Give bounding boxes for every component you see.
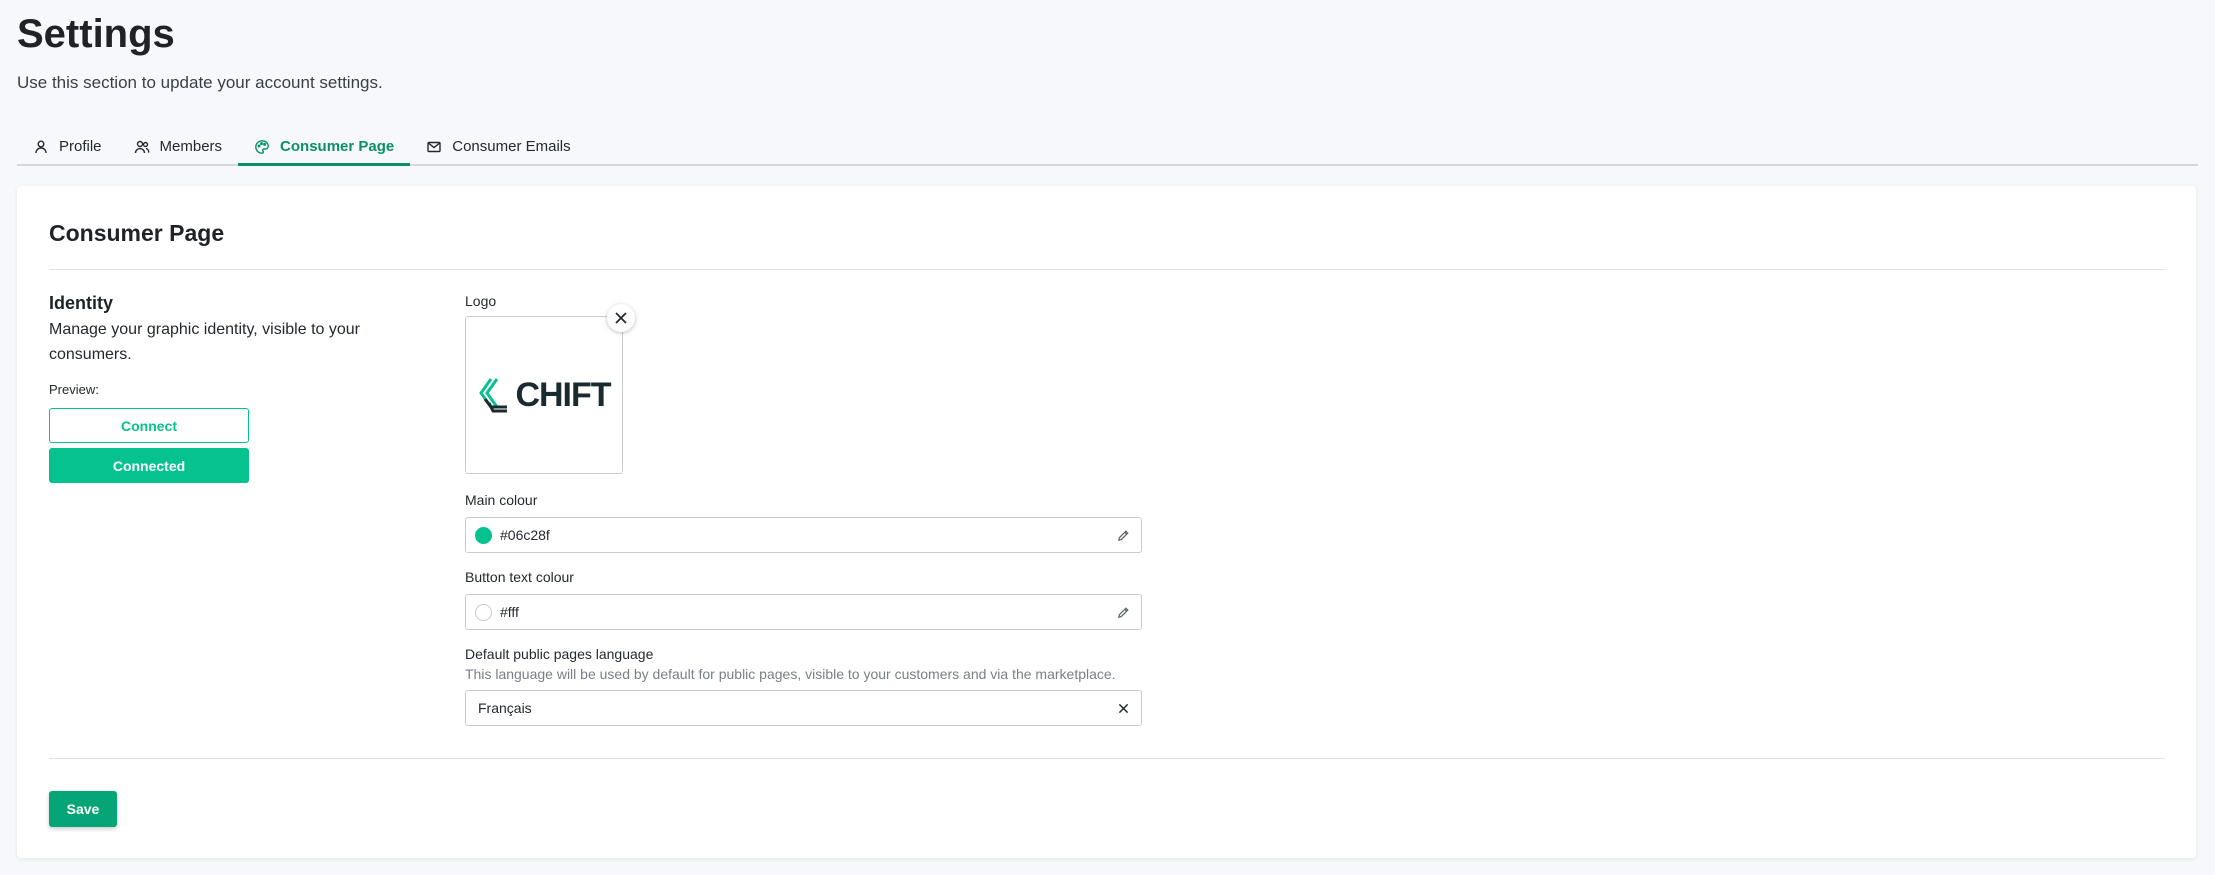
remove-logo-button[interactable] [607,304,635,332]
tab-label: Profile [59,138,102,155]
tab-label: Consumer Page [280,138,395,155]
logo-wordmark: CHIFT [515,375,611,414]
footer-divider [49,758,2165,759]
consumer-page-card: Consumer Page Identity Manage your graph… [17,186,2196,858]
connected-preview-button[interactable]: Connected [49,448,249,483]
logo-image: CHIFT [477,375,612,415]
tab-consumer-emails[interactable]: Consumer Emails [410,129,586,164]
button-text-colour-label: Button text colour [465,569,574,585]
main-colour-input[interactable]: #06c28f [465,517,1142,553]
language-value: Français [478,700,532,716]
users-icon [134,140,150,153]
button-text-colour-value: #fff [500,604,519,620]
language-label: Default public pages language [465,646,654,662]
language-help-text: This language will be used by default fo… [465,666,1116,682]
identity-heading: Identity [49,293,114,313]
tab-label: Members [159,138,223,155]
chift-logo-icon [479,378,508,413]
logo-upload[interactable]: CHIFT [465,316,623,474]
tab-profile[interactable]: Profile [17,129,118,164]
close-icon [615,312,627,324]
button-text-colour-input[interactable]: #fff [465,594,1142,630]
page-title: Settings [17,12,175,56]
language-select[interactable]: Français [465,690,1142,726]
preview-label: Preview: [49,382,99,397]
logo-label: Logo [465,293,497,309]
user-icon [35,140,47,153]
tab-consumer-page[interactable]: Consumer Page [238,129,411,166]
mail-icon [427,141,441,152]
connect-preview-button[interactable]: Connect [49,408,249,443]
main-colour-label: Main colour [465,492,538,508]
card-title: Consumer Page [49,220,225,246]
pencil-icon[interactable] [1115,604,1131,620]
section-divider [49,269,2165,270]
close-icon[interactable] [1115,700,1131,716]
main-colour-value: #06c28f [500,527,550,543]
main-colour-swatch[interactable] [475,526,492,544]
page-subtitle: Use this section to update your account … [17,73,383,92]
settings-tabs: Profile Members Consumer Page Consumer E… [17,129,2198,166]
save-button[interactable]: Save [49,791,117,827]
identity-description: Manage your graphic identity, visible to… [49,321,360,363]
tab-members[interactable]: Members [118,129,239,164]
pencil-icon[interactable] [1115,527,1131,543]
button-text-colour-swatch[interactable] [475,603,492,621]
palette-icon [255,139,269,154]
tab-label: Consumer Emails [452,138,571,155]
